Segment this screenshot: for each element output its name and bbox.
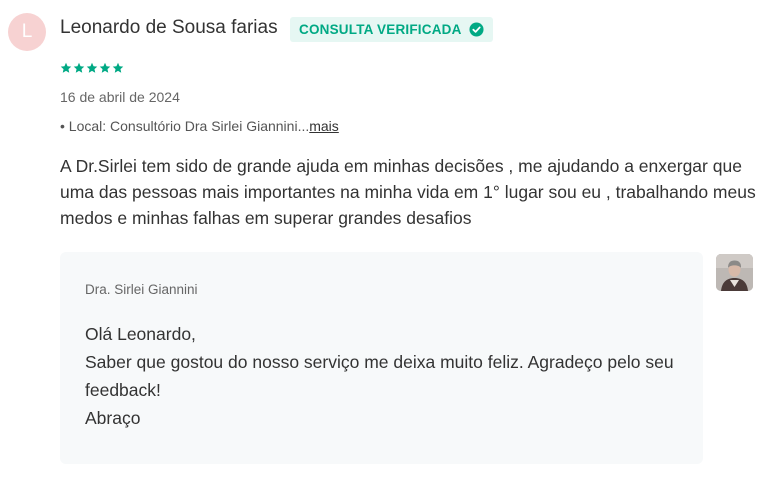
review-text: A Dr.Sirlei tem sido de grande ajuda em … bbox=[60, 156, 756, 228]
review-date: 16 de abril de 2024 bbox=[60, 89, 180, 105]
reply-author: Dra. Sirlei Giannini bbox=[85, 282, 198, 297]
reply-line: Olá Leonardo, bbox=[85, 324, 196, 344]
more-link[interactable]: mais bbox=[309, 118, 339, 134]
verified-label: CONSULTA VERIFICADA bbox=[299, 22, 462, 37]
reply-line: Abraço bbox=[85, 408, 141, 428]
reply-text: Olá Leonardo, Saber que gostou do nosso … bbox=[85, 320, 685, 432]
star-icon bbox=[60, 62, 72, 73]
avatar-letter: L bbox=[21, 21, 33, 42]
star-rating bbox=[60, 62, 124, 74]
review-card: L Leonardo de Sousa farias CONSULTA VERI… bbox=[0, 0, 764, 486]
star-icon bbox=[112, 62, 124, 73]
doctor-photo-icon bbox=[716, 254, 753, 291]
verified-badge: CONSULTA VERIFICADA bbox=[290, 17, 493, 42]
star-icon bbox=[86, 62, 98, 73]
doctor-reply: Dra. Sirlei Giannini Olá Leonardo, Saber… bbox=[60, 252, 703, 464]
check-circle-icon bbox=[469, 22, 484, 37]
review-location: • Local: Consultório Dra Sirlei Giannini… bbox=[60, 118, 339, 134]
reviewer-name: Leonardo de Sousa farias bbox=[60, 17, 278, 38]
reviewer-avatar: L bbox=[8, 13, 46, 51]
star-icon bbox=[99, 62, 111, 73]
doctor-avatar bbox=[716, 254, 753, 291]
location-text: • Local: Consultório Dra Sirlei Giannini… bbox=[60, 118, 310, 134]
reply-line: Saber que gostou do nosso serviço me dei… bbox=[85, 352, 674, 400]
star-icon bbox=[73, 62, 85, 73]
